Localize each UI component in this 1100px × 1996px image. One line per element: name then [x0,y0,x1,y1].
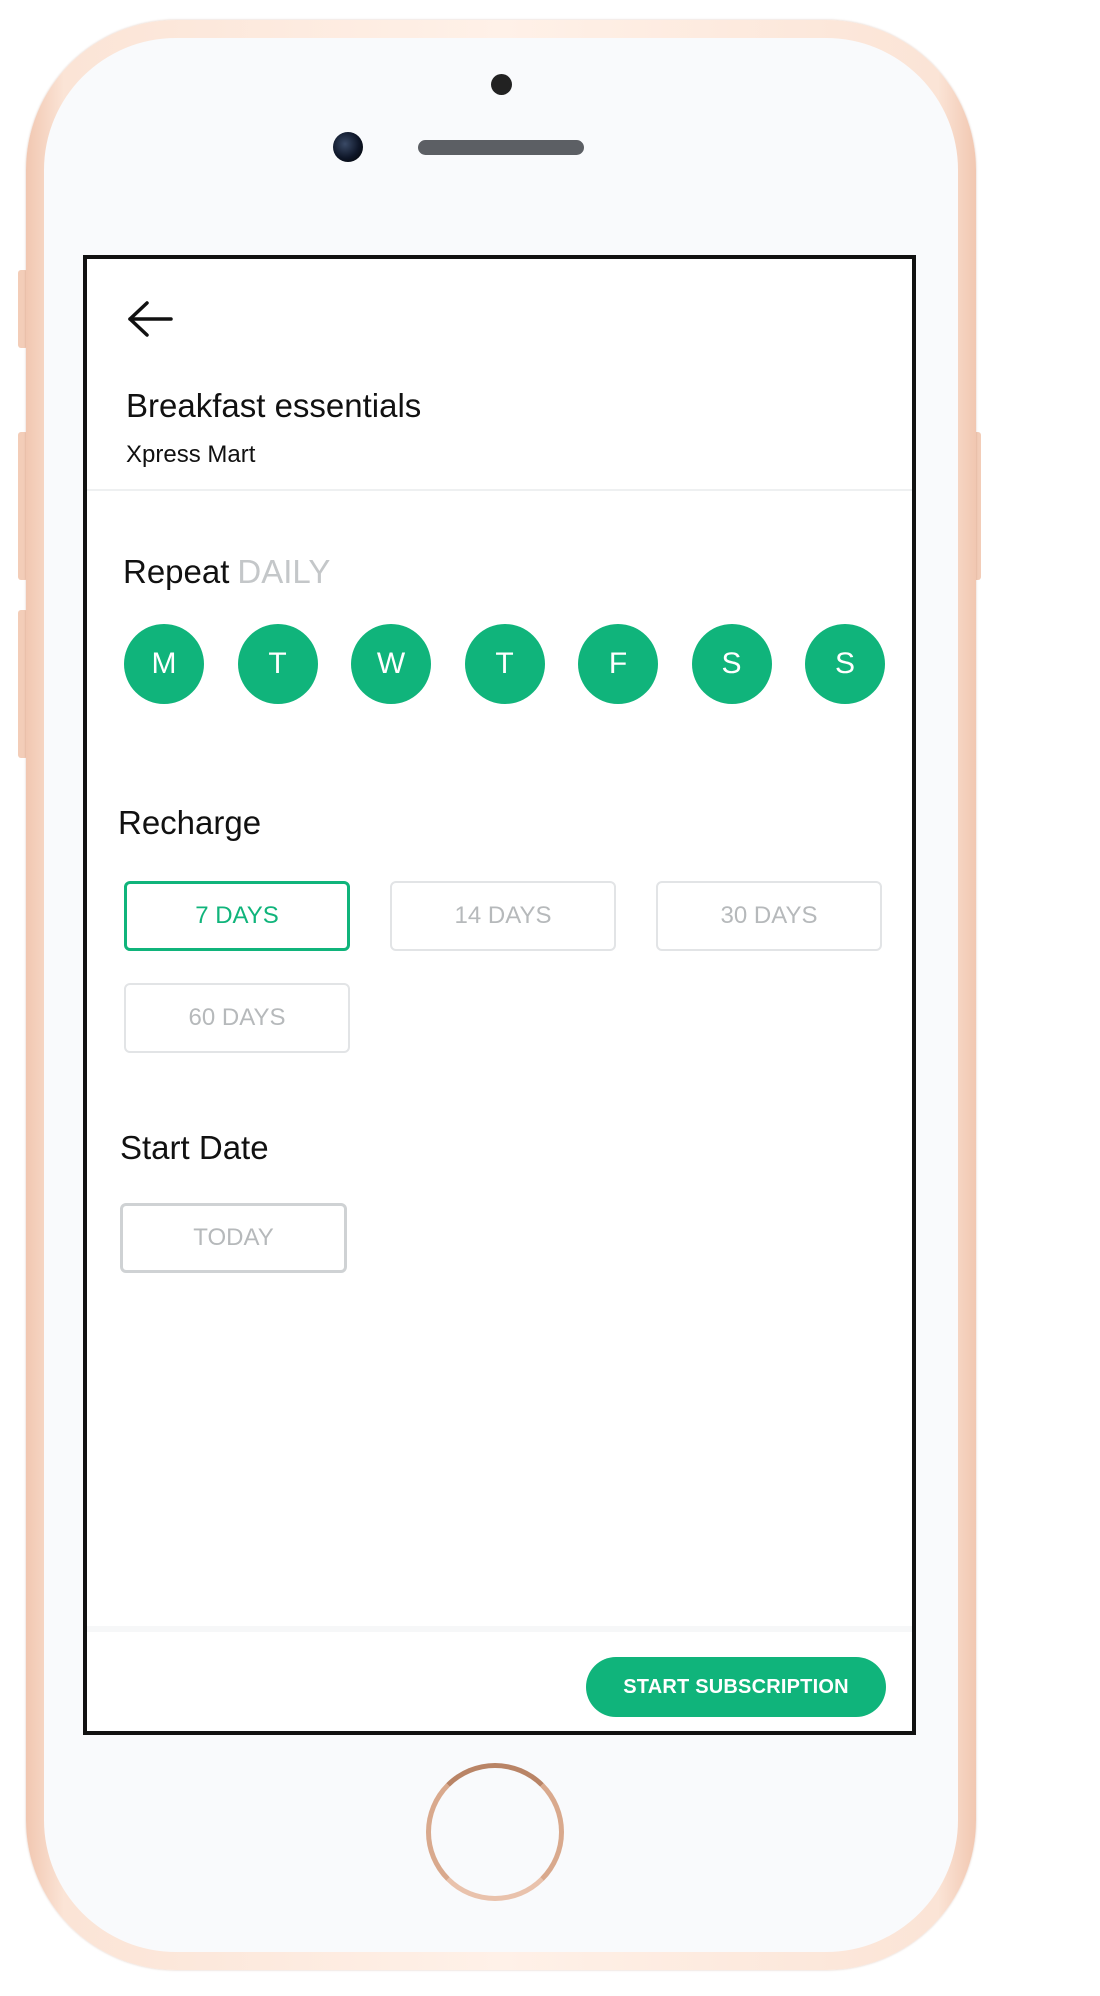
repeat-heading: Repeat DAILY [123,553,330,591]
day-toggle-thursday[interactable]: T [464,624,545,704]
home-button [426,1763,564,1901]
recharge-option-14-days[interactable]: 14 DAYS [390,881,616,951]
repeat-label: Repeat [123,553,230,590]
start-subscription-button[interactable]: START SUBSCRIPTION [586,1657,886,1717]
recharge-option-7-days[interactable]: 7 DAYS [124,881,350,951]
weekday-selector: M T W T F S S [124,624,885,704]
recharge-option-30-days[interactable]: 30 DAYS [656,881,882,951]
store-name: Xpress Mart [126,441,256,468]
day-toggle-tuesday[interactable]: T [237,624,318,704]
device-mockup: Breakfast essentials Xpress Mart Repeat D… [0,0,1100,1996]
earpiece-speaker [418,140,584,155]
arrow-left-icon[interactable] [125,299,175,339]
page-title: Breakfast essentials [126,387,422,424]
footer-divider [87,1626,912,1632]
start-date-heading: Start Date [120,1129,269,1166]
recharge-heading: Recharge [118,804,262,841]
day-toggle-wednesday[interactable]: W [351,624,431,704]
front-camera [333,132,363,162]
repeat-frequency: DAILY [237,553,331,590]
recharge-option-60-days[interactable]: 60 DAYS [124,983,350,1053]
start-date-field[interactable]: TODAY [120,1203,347,1273]
app-screen: Breakfast essentials Xpress Mart Repeat D… [83,255,916,1735]
day-toggle-saturday[interactable]: S [691,624,772,704]
proximity-sensor [491,74,512,95]
day-toggle-friday[interactable]: F [578,624,658,704]
header-divider [87,489,912,491]
day-toggle-sunday[interactable]: S [805,624,885,704]
day-toggle-monday[interactable]: M [124,624,204,704]
